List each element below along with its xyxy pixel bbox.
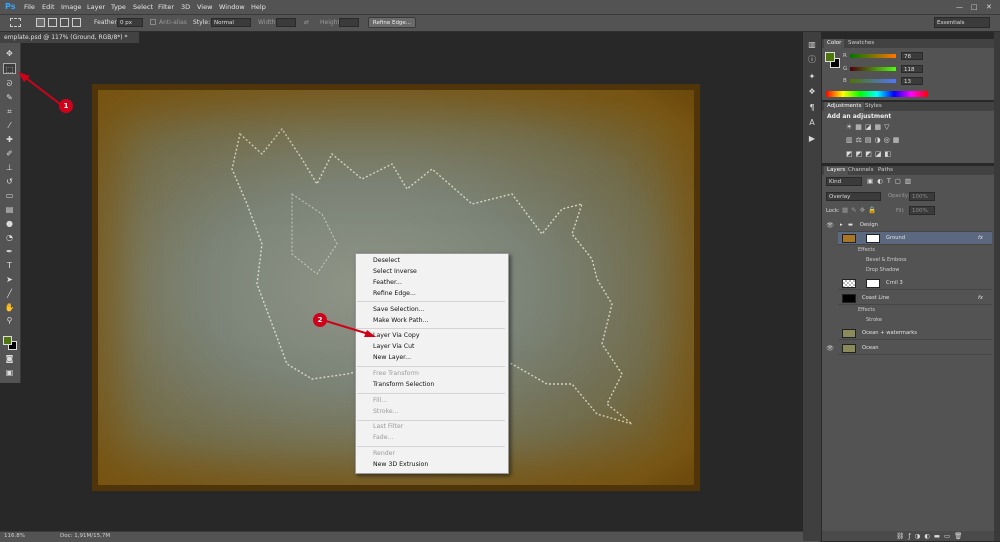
annotation-arrows (18, 72, 376, 337)
annotation-marker-1: 1 (59, 99, 73, 113)
annotation-marker-2: 2 (313, 313, 327, 327)
